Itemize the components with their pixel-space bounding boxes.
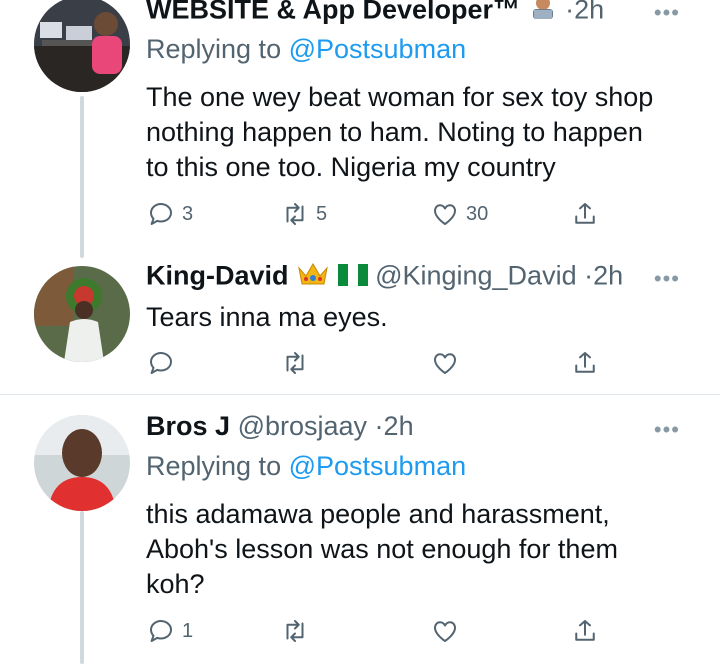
share-icon (575, 203, 595, 224)
reply-icon (150, 352, 172, 374)
tweet-text-line: The one wey beat woman for sex toy shop (146, 82, 654, 112)
retweet-icon (286, 203, 304, 225)
tweet-text-line: koh? (146, 569, 205, 599)
crown-emoji-icon (296, 260, 330, 295)
tweet-text-line: Aboh's lesson was not enough for them (146, 534, 618, 564)
timestamp[interactable]: 2h (384, 411, 414, 441)
separator-dot: · (584, 260, 594, 291)
heart-icon (434, 204, 456, 225)
like-button[interactable] (430, 346, 460, 380)
thread-line (80, 511, 84, 664)
reply-icon (150, 203, 172, 225)
tweet-header: Bros J @brosjaay ·2h (146, 411, 680, 451)
tweet-header: WEBSITE & App Developer™ ·2h (146, 0, 680, 34)
reply-count: 1 (182, 619, 194, 642)
replying-to: Replying to @Postsubman (146, 451, 466, 482)
tweet-text-line: to this one too. Nigeria my country (146, 152, 556, 182)
user-handle[interactable]: @Kinging_David (375, 261, 577, 291)
avatar-photo-king-david (34, 266, 130, 362)
tweet-actions: 1 (146, 614, 616, 648)
reply-button[interactable] (146, 346, 176, 380)
share-button[interactable] (570, 346, 600, 380)
retweet-button[interactable]: 5 (280, 197, 327, 231)
retweet-button[interactable] (280, 614, 310, 648)
replying-prefix: Replying to (146, 34, 282, 64)
share-icon (575, 620, 595, 641)
tweet-text: Tears inna ma eyes. (146, 300, 686, 335)
display-name[interactable]: King-David (146, 261, 289, 291)
tweet-2[interactable]: King-David @Kinging_David ·2h ••• Tears … (0, 258, 720, 394)
display-name[interactable]: WEBSITE & App Developer™ (146, 0, 520, 25)
share-button[interactable] (570, 197, 600, 231)
replying-to: Replying to @Postsubman (146, 34, 466, 65)
reply-button[interactable]: 3 (146, 197, 193, 231)
nigeria-flag-icon (337, 262, 368, 293)
timestamp[interactable]: 2h (574, 0, 604, 25)
like-button[interactable] (430, 614, 460, 648)
tweet-3[interactable]: Bros J @brosjaay ·2h ••• Replying to @Po… (0, 395, 720, 664)
display-name[interactable]: Bros J (146, 411, 230, 441)
more-options-icon[interactable]: ••• (654, 0, 680, 26)
share-button[interactable] (570, 614, 600, 648)
tweet-text-line: nothing happen to ham. Noting to happen (146, 117, 643, 147)
replying-prefix: Replying to (146, 451, 282, 481)
retweet-icon (286, 620, 304, 642)
reply-icon (150, 620, 172, 642)
retweet-icon (286, 352, 304, 374)
man-technologist-emoji-icon (528, 0, 558, 29)
avatar[interactable] (34, 0, 130, 92)
tweet-actions (146, 346, 616, 380)
avatar[interactable] (34, 415, 130, 511)
thread-line (80, 96, 84, 258)
heart-icon (434, 621, 456, 642)
user-handle[interactable]: @brosjaay (238, 411, 367, 441)
separator-dot: · (374, 411, 384, 441)
mention-link[interactable]: @Postsubman (289, 451, 467, 481)
tweet-text-line: Tears inna ma eyes. (146, 302, 388, 332)
tweet-text: The one wey beat woman for sex toy shop … (146, 80, 686, 185)
like-count: 30 (466, 202, 489, 225)
avatar-photo-developer (34, 0, 130, 92)
tweet-text: this adamawa people and harassment, Aboh… (146, 497, 686, 602)
tweet-text-line: this adamawa people and harassment, (146, 499, 610, 529)
mention-link[interactable]: @Postsubman (289, 34, 467, 64)
tweet-actions: 3 5 30 (146, 197, 616, 231)
separator-dot: · (565, 0, 575, 25)
reply-count: 3 (182, 202, 194, 225)
tweet-1[interactable]: WEBSITE & App Developer™ ·2h ••• Replyin… (0, 0, 720, 258)
avatar-photo-bros-j (34, 415, 130, 511)
more-options-icon[interactable]: ••• (654, 417, 680, 443)
more-options-icon[interactable]: ••• (654, 266, 680, 292)
share-icon (575, 352, 595, 373)
tweet-header: King-David @Kinging_David ·2h (146, 260, 680, 300)
timestamp[interactable]: 2h (593, 261, 623, 291)
avatar[interactable] (34, 266, 130, 362)
like-button[interactable]: 30 (430, 197, 488, 231)
retweet-count: 5 (316, 202, 328, 225)
reply-button[interactable]: 1 (146, 614, 193, 648)
heart-icon (434, 353, 456, 374)
retweet-button[interactable] (280, 346, 310, 380)
